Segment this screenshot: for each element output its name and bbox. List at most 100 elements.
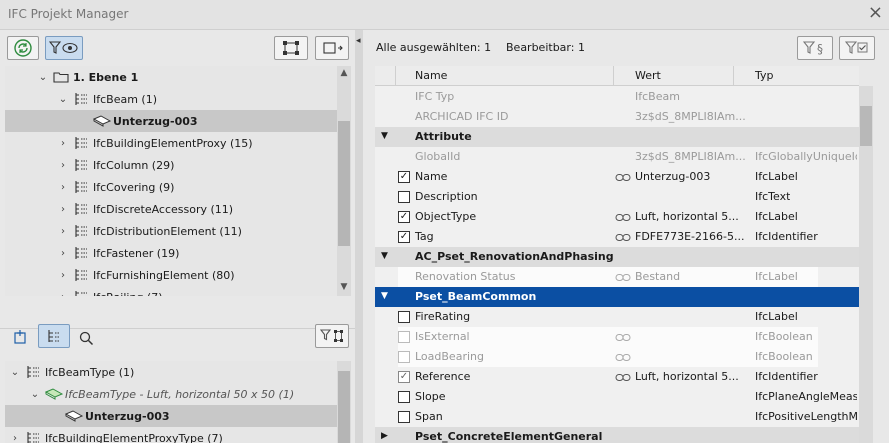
type-tree-scrollbar[interactable] bbox=[337, 361, 351, 443]
tree-item-label: IfcColumn (29) bbox=[93, 158, 175, 172]
scroll-down-icon[interactable]: ▼ bbox=[337, 282, 351, 292]
filter-properties-button[interactable]: § bbox=[797, 36, 833, 60]
tree-item[interactable]: › IfcBuildingElementProxy (15) bbox=[5, 132, 338, 154]
refresh-button[interactable] bbox=[7, 36, 39, 60]
filter-structure-button[interactable] bbox=[315, 324, 349, 348]
property-value[interactable]: Unterzug-003 bbox=[635, 170, 710, 183]
tree-item[interactable]: › IfcDistributionElement (11) bbox=[5, 220, 338, 242]
filter-check-button[interactable] bbox=[839, 36, 875, 60]
add-element-button[interactable] bbox=[6, 326, 34, 350]
close-button[interactable]: × bbox=[868, 3, 883, 23]
property-checkbox[interactable]: ✓ bbox=[398, 231, 410, 243]
property-checkbox[interactable] bbox=[398, 311, 410, 323]
property-value[interactable]: Luft, horizontal 5... bbox=[635, 210, 739, 223]
link-icon bbox=[615, 272, 631, 281]
summary-bar: Alle ausgewählten: 1 Bearbeitbar: 1 § bbox=[363, 30, 889, 66]
property-checkbox[interactable] bbox=[398, 351, 410, 363]
property-row[interactable]: IFC Typ IfcBeam bbox=[375, 87, 859, 107]
property-row[interactable]: GlobalId 3z$dS_8MPLI8IAm... IfcGloballyUni… bbox=[375, 147, 859, 167]
type-scroll-thumb[interactable] bbox=[338, 371, 350, 443]
property-value[interactable]: FDFE773E-2166-5... bbox=[635, 230, 744, 243]
property-checkbox[interactable] bbox=[398, 331, 410, 343]
property-section[interactable]: ▼ AC_Pset_RenovationAndPhasing bbox=[375, 247, 859, 267]
collapsed-chevron-icon[interactable]: › bbox=[9, 433, 21, 443]
panel-splitter[interactable]: ◂ bbox=[355, 30, 363, 443]
property-row[interactable]: FireRating IfcLabel bbox=[375, 307, 859, 327]
property-row[interactable]: Slope IfcPlaneAngleMeasure bbox=[375, 387, 859, 407]
collapsed-chevron-icon[interactable]: › bbox=[57, 204, 69, 215]
filter-eye-button[interactable] bbox=[45, 36, 83, 60]
expanded-chevron-icon[interactable]: ⌄ bbox=[57, 94, 69, 105]
expanded-caret-icon[interactable]: ▼ bbox=[381, 131, 388, 141]
property-row[interactable]: ✓ Name Unterzug-003 IfcLabel bbox=[375, 167, 859, 187]
tree-item-label: IfcBuildingElementProxy (15) bbox=[93, 136, 253, 150]
collapsed-chevron-icon[interactable]: › bbox=[57, 270, 69, 281]
collapsed-caret-icon[interactable]: ▶ bbox=[381, 431, 388, 441]
property-value[interactable]: IfcBeam bbox=[635, 90, 680, 103]
tree-item[interactable]: › IfcColumn (29) bbox=[5, 154, 338, 176]
property-value[interactable]: 3z$dS_8MPLI8IAm... bbox=[635, 150, 746, 163]
collapsed-chevron-icon[interactable]: › bbox=[57, 226, 69, 237]
tree-view-button[interactable] bbox=[38, 324, 70, 348]
collapsed-chevron-icon[interactable]: › bbox=[57, 248, 69, 259]
property-row[interactable]: Description IfcText bbox=[375, 187, 859, 207]
property-row[interactable]: Span IfcPositiveLengthMeasure bbox=[375, 407, 859, 427]
tree-item[interactable]: › IfcDiscreteAccessory (11) bbox=[5, 198, 338, 220]
grid-scroll-thumb[interactable] bbox=[860, 106, 872, 146]
property-checkbox[interactable] bbox=[398, 191, 410, 203]
tree-item[interactable]: ›Unterzug-003 bbox=[5, 110, 338, 132]
filter-structure-icon bbox=[320, 329, 343, 342]
expanded-chevron-icon[interactable]: ⌄ bbox=[9, 367, 21, 378]
property-checkbox[interactable]: ✓ bbox=[398, 171, 410, 183]
property-section[interactable]: ▼ Attribute bbox=[375, 127, 859, 147]
property-row[interactable]: ✓ ObjectType Luft, horizontal 5... IfcLabel bbox=[375, 207, 859, 227]
add-element-icon bbox=[14, 330, 26, 344]
column-value[interactable]: Wert bbox=[635, 69, 661, 82]
property-row[interactable]: ✓ Reference Luft, horizontal 5... IfcIdenti… bbox=[375, 367, 859, 387]
property-value[interactable]: 3z$dS_8MPLI8IAm... bbox=[635, 110, 746, 123]
expanded-caret-icon[interactable]: ▼ bbox=[381, 291, 388, 301]
property-value[interactable]: Bestand bbox=[635, 270, 680, 283]
expanded-caret-icon[interactable]: ▼ bbox=[381, 251, 388, 261]
properties-grid: Name Wert Typ IFC Typ IfcBeam ARCHICAD IFC… bbox=[375, 66, 859, 443]
search-button[interactable] bbox=[74, 326, 98, 350]
tree-item[interactable]: › IfcFurnishingElement (80) bbox=[5, 264, 338, 286]
tree-item[interactable]: ⌄ IfcBeamType (1) bbox=[5, 361, 338, 383]
property-row[interactable]: IsExternal IfcBoolean bbox=[375, 327, 859, 347]
tree-scrollbar[interactable]: ▲ ▼ bbox=[337, 66, 351, 296]
tree-item[interactable]: › IfcBuildingElementProxyType (7) bbox=[5, 427, 338, 443]
tree-item[interactable]: › IfcRailing (7) bbox=[5, 286, 338, 296]
collapsed-chevron-icon[interactable]: › bbox=[57, 138, 69, 149]
column-name[interactable]: Name bbox=[415, 69, 447, 82]
structure-button[interactable] bbox=[274, 36, 308, 60]
property-row[interactable]: ARCHICAD IFC ID 3z$dS_8MPLI8IAm... bbox=[375, 107, 859, 127]
property-row[interactable]: LoadBearing IfcBoolean bbox=[375, 347, 859, 367]
collapse-arrow-icon[interactable]: ◂ bbox=[356, 36, 361, 46]
expanded-chevron-icon[interactable]: ⌄ bbox=[37, 72, 49, 83]
collapsed-chevron-icon[interactable]: › bbox=[57, 160, 69, 171]
property-section[interactable]: ▶ Pset_ConcreteElementGeneral bbox=[375, 427, 859, 443]
layout-button[interactable] bbox=[315, 36, 349, 60]
property-checkbox[interactable] bbox=[398, 411, 410, 423]
tree-item[interactable]: › IfcFastener (19) bbox=[5, 242, 338, 264]
scroll-up-icon[interactable]: ▲ bbox=[337, 68, 351, 78]
property-row[interactable]: ✓ Tag FDFE773E-2166-5... IfcIdentifier bbox=[375, 227, 859, 247]
collapsed-chevron-icon[interactable]: › bbox=[57, 182, 69, 193]
collapsed-chevron-icon[interactable]: › bbox=[57, 292, 69, 297]
property-checkbox[interactable]: ✓ bbox=[398, 211, 410, 223]
property-section[interactable]: ▼ Pset_BeamCommon bbox=[375, 287, 859, 307]
property-row[interactable]: Renovation Status Bestand IfcLabel bbox=[375, 267, 859, 287]
tree-item[interactable]: › IfcCovering (9) bbox=[5, 176, 338, 198]
tree-item[interactable]: ⌄ 1. Ebene 1 bbox=[5, 66, 338, 88]
property-value[interactable]: Luft, horizontal 5... bbox=[635, 370, 739, 383]
tree-item[interactable]: ›Unterzug-003 bbox=[5, 405, 338, 427]
property-checkbox[interactable]: ✓ bbox=[398, 371, 410, 383]
grid-scrollbar[interactable] bbox=[859, 86, 873, 443]
tree-icon bbox=[73, 224, 89, 238]
tree-item[interactable]: ⌄ IfcBeamType - Luft, horizontal 50 x 50 … bbox=[5, 383, 338, 405]
scroll-thumb[interactable] bbox=[338, 121, 350, 246]
tree-item[interactable]: ⌄ IfcBeam (1) bbox=[5, 88, 338, 110]
property-checkbox[interactable] bbox=[398, 391, 410, 403]
column-type[interactable]: Typ bbox=[755, 69, 774, 82]
expanded-chevron-icon[interactable]: ⌄ bbox=[29, 389, 41, 400]
